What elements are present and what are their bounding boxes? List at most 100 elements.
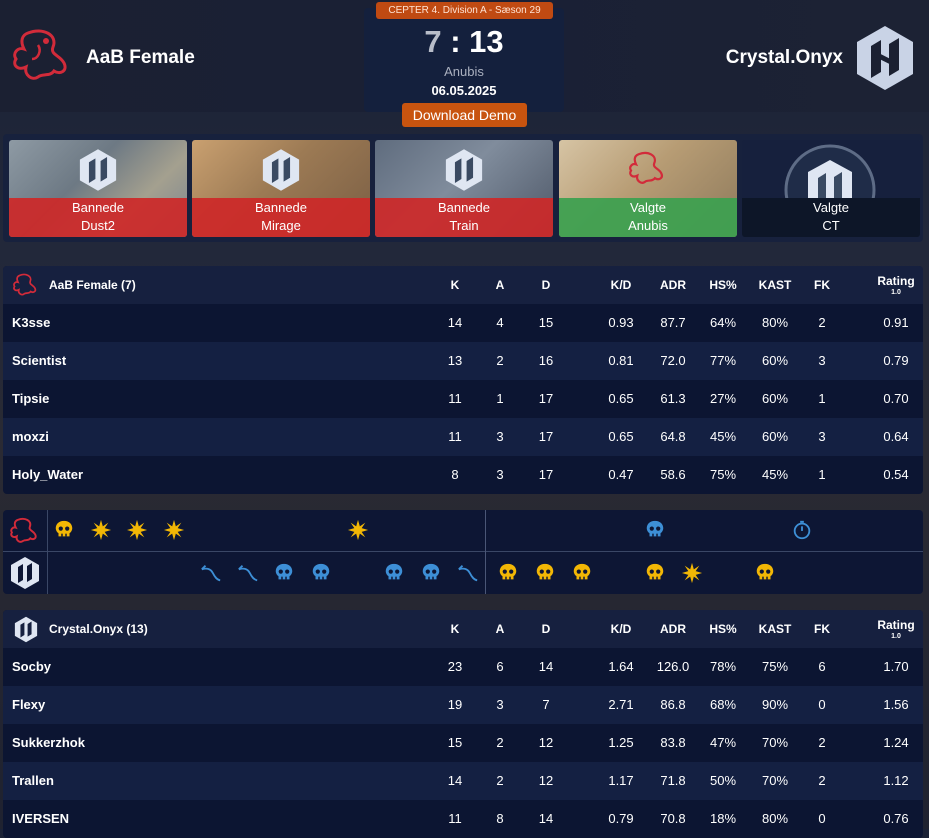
download-demo-button[interactable]: Download Demo xyxy=(402,103,527,127)
stat-a: 4 xyxy=(496,315,504,330)
team-left[interactable]: AaB Female xyxy=(8,22,195,94)
round-13-marker[interactable] xyxy=(497,562,519,584)
round-20-marker[interactable] xyxy=(754,562,776,584)
round-2-marker[interactable] xyxy=(90,519,112,541)
table-row[interactable]: Trallen 14 2 12 1.17 71.8 50% 70% 2 1.12 xyxy=(3,762,923,800)
round-15-marker[interactable] xyxy=(571,562,593,584)
stat-k: 11 xyxy=(448,811,462,826)
col-k: K xyxy=(450,622,460,636)
col-hs: HS% xyxy=(709,278,737,292)
stat-d: 12 xyxy=(538,773,554,788)
explosion-icon xyxy=(164,519,185,541)
veto-card[interactable]: Valgte Anubis xyxy=(559,140,737,237)
veto-map: Train xyxy=(449,218,479,233)
table-row[interactable]: Tipsie 11 1 17 0.65 61.3 27% 60% 1 0.70 xyxy=(3,380,923,418)
table-row[interactable]: K3sse 14 4 15 0.93 87.7 64% 80% 2 0.91 xyxy=(3,304,923,342)
veto-card[interactable]: Bannede Train xyxy=(375,140,553,237)
stat-kast: 80% xyxy=(761,315,789,330)
table-row[interactable]: Scientist 13 2 16 0.81 72.0 77% 60% 3 0.… xyxy=(3,342,923,380)
stat-d: 17 xyxy=(538,391,554,406)
defuse-wire-icon xyxy=(200,565,221,582)
player-name[interactable]: K3sse xyxy=(12,304,50,342)
round-21-marker[interactable] xyxy=(791,519,813,541)
round-6-marker[interactable] xyxy=(237,562,259,584)
player-name[interactable]: moxzi xyxy=(12,418,49,456)
veto-card[interactable]: Bannede Mirage xyxy=(192,140,370,237)
round-4-marker[interactable] xyxy=(163,519,185,541)
veto-card[interactable]: Valgte CT xyxy=(742,140,920,237)
stat-a: 8 xyxy=(496,811,504,826)
stat-kast: 80% xyxy=(761,811,789,826)
table-header: Crystal.Onyx (13) K A D K/D ADR HS% KAST… xyxy=(3,610,923,648)
veto-card[interactable]: Bannede Dust2 xyxy=(9,140,187,237)
round-12-marker[interactable] xyxy=(457,562,479,584)
stat-adr: 61.3 xyxy=(660,391,686,406)
stat-adr: 58.6 xyxy=(660,467,686,482)
col-adr: ADR xyxy=(660,622,686,636)
table-header: AaB Female (7) K A D K/D ADR HS% KAST FK… xyxy=(3,266,923,304)
stat-rating: 0.54 xyxy=(883,467,909,482)
stat-k: 14 xyxy=(447,773,463,788)
player-name[interactable]: IVERSEN xyxy=(12,800,69,838)
defuse-wire-icon xyxy=(457,565,478,582)
table-row[interactable]: Sukkerzhok 15 2 12 1.25 83.8 47% 70% 2 1… xyxy=(3,724,923,762)
team-right[interactable]: Crystal.Onyx xyxy=(726,22,917,94)
round-1-marker[interactable] xyxy=(53,519,75,541)
stat-k: 14 xyxy=(447,315,463,330)
player-name[interactable]: Flexy xyxy=(12,686,45,724)
round-17-marker[interactable] xyxy=(644,562,666,584)
col-kd: K/D xyxy=(610,278,632,292)
veto-action: Bannede xyxy=(71,200,125,215)
round-7-marker[interactable] xyxy=(273,562,295,584)
skull-icon xyxy=(312,563,330,580)
player-name[interactable]: Holy_Water xyxy=(12,456,83,494)
score-left: 7 xyxy=(424,24,442,59)
col-kd: K/D xyxy=(610,622,632,636)
explosion-icon xyxy=(90,519,111,541)
match-date: 06.05.2025 xyxy=(431,83,497,98)
stat-a: 3 xyxy=(496,697,504,712)
table-row[interactable]: IVERSEN 11 8 14 0.79 70.8 18% 80% 0 0.76 xyxy=(3,800,923,838)
player-name[interactable]: Trallen xyxy=(12,762,54,800)
stat-a: 2 xyxy=(496,735,504,750)
player-name[interactable]: Scientist xyxy=(12,342,66,380)
crystal-onyx-icon xyxy=(14,616,38,643)
aab-female-icon xyxy=(13,273,37,296)
stat-d: 16 xyxy=(538,353,554,368)
round-9-marker[interactable] xyxy=(347,519,369,541)
round-17-marker[interactable] xyxy=(644,519,666,541)
table-row[interactable]: Holy_Water 8 3 17 0.47 58.6 75% 45% 1 0.… xyxy=(3,456,923,494)
stat-hs: 75% xyxy=(709,467,737,482)
table-row[interactable]: Socby 23 6 14 1.64 126.0 78% 75% 6 1.70 xyxy=(3,648,923,686)
stat-rating: 1.70 xyxy=(883,659,909,674)
league-badge[interactable]: CEPTER 4. Division A - Sæson 29 xyxy=(376,2,553,19)
col-rating: Rating 1.0 xyxy=(871,266,921,304)
stat-fk: 3 xyxy=(818,353,826,368)
round-14-marker[interactable] xyxy=(534,562,556,584)
round-3-marker[interactable] xyxy=(126,519,148,541)
round-8-marker[interactable] xyxy=(310,562,332,584)
stat-fk: 3 xyxy=(818,429,826,444)
stat-rating: 0.91 xyxy=(883,315,909,330)
table-row[interactable]: Flexy 19 3 7 2.71 86.8 68% 90% 0 1.56 xyxy=(3,686,923,724)
stat-a: 3 xyxy=(496,467,504,482)
stat-d: 15 xyxy=(538,315,554,330)
round-11-marker[interactable] xyxy=(420,562,442,584)
stat-k: 11 xyxy=(448,391,462,406)
team1-stats-table: AaB Female (7) K A D K/D ADR HS% KAST FK… xyxy=(3,266,923,494)
crystal-onyx-logo xyxy=(857,26,913,90)
stat-kd: 0.65 xyxy=(608,429,634,444)
veto-label: Bannede Train xyxy=(375,198,553,237)
round-10-marker[interactable] xyxy=(383,562,405,584)
stat-k: 13 xyxy=(447,353,463,368)
aab-female-icon xyxy=(629,151,663,184)
round-18-marker[interactable] xyxy=(681,562,703,584)
stat-adr: 83.8 xyxy=(660,735,686,750)
player-name[interactable]: Sukkerzhok xyxy=(12,724,85,762)
table-row[interactable]: moxzi 11 3 17 0.65 64.8 45% 60% 3 0.64 xyxy=(3,418,923,456)
round-5-marker[interactable] xyxy=(200,562,222,584)
skull-icon xyxy=(422,563,440,580)
player-name[interactable]: Tipsie xyxy=(12,380,49,418)
stat-hs: 45% xyxy=(709,429,737,444)
player-name[interactable]: Socby xyxy=(12,648,51,686)
